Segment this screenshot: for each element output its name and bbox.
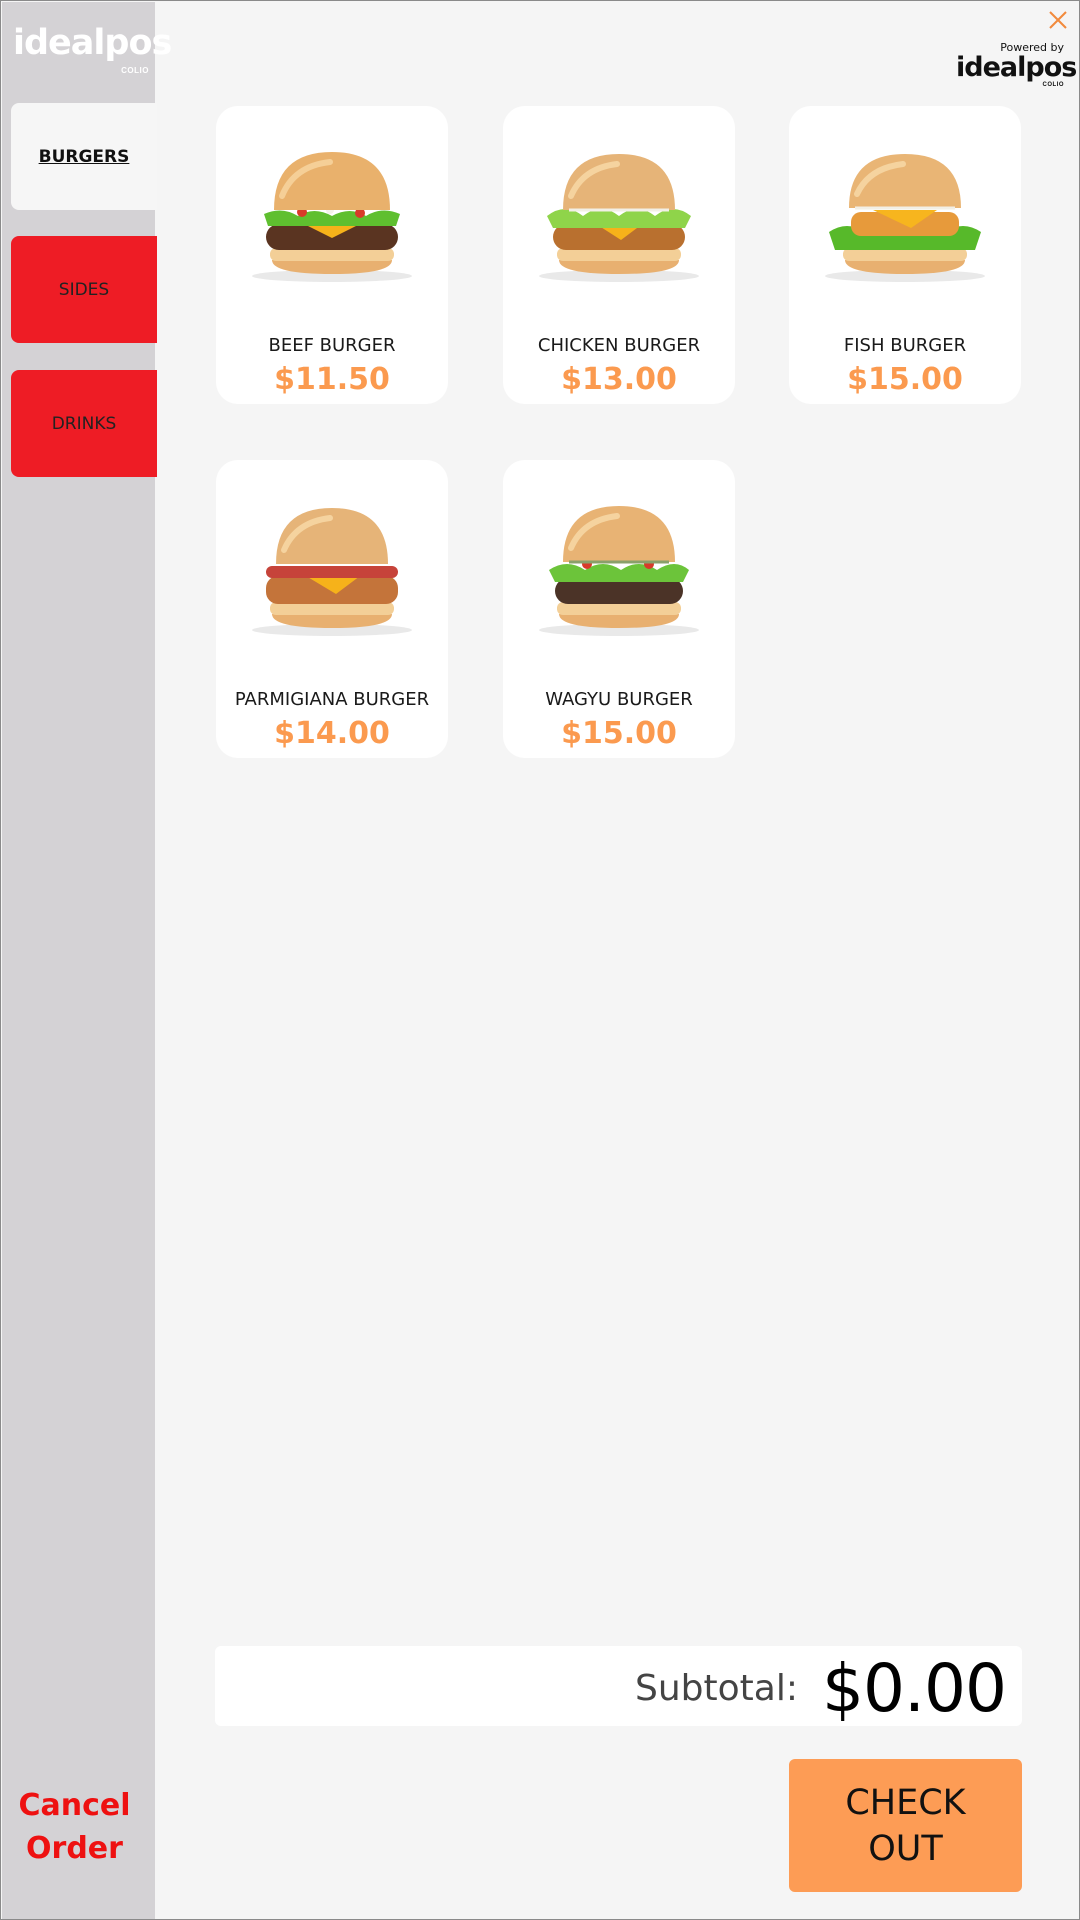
fish-burger-image: [815, 136, 995, 286]
cancel-line-1: Cancel: [18, 1788, 131, 1823]
product-name: BEEF BURGER: [268, 335, 396, 356]
powered-by-submark: COLIO: [1042, 82, 1064, 88]
cancel-order-button[interactable]: Cancel Order: [12, 1784, 137, 1870]
product-name: FISH BURGER: [843, 335, 967, 356]
powered-by-wordmark: idealpos: [956, 52, 1077, 83]
close-icon[interactable]: [1045, 7, 1071, 33]
product-card-beef-burger[interactable]: BEEF BURGER $11.50: [216, 106, 448, 404]
product-price: $15.00: [847, 362, 963, 397]
product-card-parmigiana-burger[interactable]: PARMIGIANA BURGER $14.00: [216, 460, 448, 758]
product-price: $13.00: [561, 362, 677, 397]
product-card-wagyu-burger[interactable]: WAGYU BURGER $15.00: [503, 460, 735, 758]
idealpos-logo: idealpos COLIO: [13, 23, 172, 82]
cancel-line-2: Order: [26, 1831, 123, 1866]
checkout-button[interactable]: CHECK OUT: [789, 1759, 1022, 1892]
checkout-line-2: OUT: [868, 1828, 943, 1869]
product-price: $14.00: [274, 716, 390, 751]
checkout-line-1: CHECK: [845, 1782, 966, 1823]
product-name: WAGYU BURGER: [545, 689, 693, 710]
category-sides-button[interactable]: SIDES: [11, 236, 157, 343]
logo-wordmark: idealpos: [13, 23, 172, 63]
subtotal-label: Subtotal:: [635, 1668, 798, 1709]
category-label: SIDES: [58, 279, 110, 300]
kiosk-frame: idealpos COLIO BURGERS SIDES DRINKS Canc…: [0, 0, 1080, 1920]
chicken-burger-image: [529, 136, 709, 286]
wagyu-burger-image: [529, 490, 709, 640]
category-label: DRINKS: [51, 413, 117, 434]
product-price: $15.00: [561, 716, 677, 751]
product-price: $11.50: [274, 362, 390, 397]
beef-burger-image: [242, 136, 422, 286]
category-burgers-button[interactable]: BURGERS: [11, 103, 157, 210]
product-name: PARMIGIANA BURGER: [234, 689, 430, 710]
subtotal-panel: Subtotal: $0.00: [215, 1646, 1022, 1727]
category-drinks-button[interactable]: DRINKS: [11, 370, 157, 477]
subtotal-value: $0.00: [822, 1650, 1007, 1727]
product-card-chicken-burger[interactable]: CHICKEN BURGER $13.00: [503, 106, 735, 404]
product-card-fish-burger[interactable]: FISH BURGER $15.00: [789, 106, 1021, 404]
category-label: BURGERS: [38, 146, 130, 167]
product-name: CHICKEN BURGER: [537, 335, 701, 356]
category-sidebar: idealpos COLIO BURGERS SIDES DRINKS Canc…: [2, 2, 172, 1919]
powered-by-logo: Powered by idealpos COLIO: [956, 41, 1077, 89]
parmigiana-burger-image: [242, 490, 422, 640]
logo-submark: COLIO: [121, 66, 149, 75]
